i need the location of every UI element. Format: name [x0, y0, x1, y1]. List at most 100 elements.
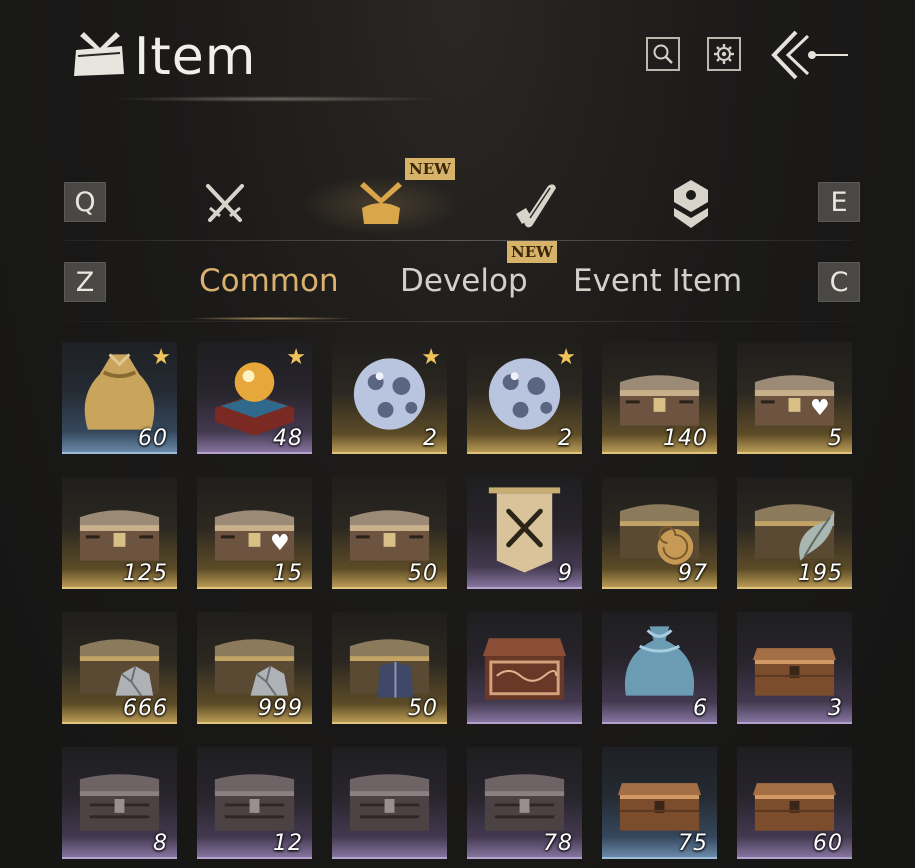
item-slot-silk-pouch[interactable]: 6: [602, 612, 717, 724]
item-slot-iron-chest[interactable]: 12: [197, 747, 312, 859]
item-count: 5: [828, 426, 843, 451]
item-count: 999: [258, 696, 303, 721]
gear-icon: [714, 44, 734, 64]
category-emblems[interactable]: [666, 178, 716, 230]
item-slot-ornate-chest[interactable]: ♥ 5: [737, 342, 852, 454]
favorite-star-icon: ★: [286, 345, 306, 370]
item-count: 9: [558, 561, 573, 586]
category-items[interactable]: [356, 178, 406, 230]
item-slot-moon-stone[interactable]: ★ 2: [467, 342, 582, 454]
item-slot-gold-pouch[interactable]: ★ 60: [62, 342, 177, 454]
rarity-bar: [62, 452, 177, 454]
search-button[interactable]: [646, 37, 680, 71]
search-icon: [653, 44, 673, 64]
item-slot-wooden-chest[interactable]: 75: [602, 747, 717, 859]
tab-develop[interactable]: Develop: [400, 259, 528, 303]
rarity-bar: [602, 452, 717, 454]
item-slot-moon-stone[interactable]: ★ 2: [332, 342, 447, 454]
item-slot-ornate-chest[interactable]: 50: [332, 477, 447, 589]
rarity-bar: [332, 857, 447, 859]
rarity-bar: [62, 857, 177, 859]
item-count: 12: [273, 831, 303, 856]
item-count: 60: [813, 831, 843, 856]
item-slot-ornate-chest[interactable]: 125: [62, 477, 177, 589]
item-slot-wooden-chest[interactable]: 3: [737, 612, 852, 724]
item-count: 6: [693, 696, 708, 721]
item-slot-iron-chest[interactable]: [332, 747, 447, 859]
rarity-bar: [737, 587, 852, 589]
category-documents[interactable]: [512, 178, 562, 230]
rarity-bar: [62, 722, 177, 724]
item-slot-leaf-chest[interactable]: 195: [737, 477, 852, 589]
item-count: 195: [798, 561, 843, 586]
active-tab-underline: [190, 317, 350, 320]
item-slot-iron-chest[interactable]: 8: [62, 747, 177, 859]
emblem-icon: [674, 180, 708, 228]
rarity-bar: [332, 722, 447, 724]
crossed-swords-icon: [206, 184, 244, 222]
item-count: 75: [678, 831, 708, 856]
rarity-bar: [467, 587, 582, 589]
item-count: 2: [558, 426, 573, 451]
next-subtab-key[interactable]: C: [818, 262, 860, 302]
item-count: 140: [663, 426, 708, 451]
item-count: 50: [408, 696, 438, 721]
item-slot-orb-pedestal[interactable]: ★ 48: [197, 342, 312, 454]
item-count: 48: [273, 426, 303, 451]
item-slot-armor-chest[interactable]: 50: [332, 612, 447, 724]
settings-button[interactable]: [707, 37, 741, 71]
scroll-icon: [516, 184, 556, 228]
rarity-bar: [332, 587, 447, 589]
category-new-badge: NEW: [405, 158, 455, 180]
tab-event-item[interactable]: Event Item: [573, 259, 742, 303]
rarity-bar: [332, 452, 447, 454]
bundle-icon: [360, 182, 402, 224]
item-count: 8: [153, 831, 168, 856]
item-count: 60: [138, 426, 168, 451]
item-count: 3: [828, 696, 843, 721]
rarity-bar: [197, 587, 312, 589]
page-title: Item: [134, 27, 257, 87]
back-arrow-icon: [771, 30, 848, 80]
carved-chest-icon: [475, 616, 574, 712]
item-count: 15: [273, 561, 303, 586]
favorite-star-icon: ★: [556, 345, 576, 370]
rarity-bar: [197, 857, 312, 859]
item-count: 50: [408, 561, 438, 586]
item-slot-wooden-chest[interactable]: 60: [737, 747, 852, 859]
item-slot-ore-chest[interactable]: 666: [62, 612, 177, 724]
rarity-bar: [197, 452, 312, 454]
item-slot-ore-chest[interactable]: 999: [197, 612, 312, 724]
rarity-bar: [467, 857, 582, 859]
title-bundle-icon: [70, 28, 128, 80]
category-equipment[interactable]: [200, 178, 250, 230]
rarity-bar: [602, 857, 717, 859]
rarity-bar: [602, 722, 717, 724]
rarity-bar: [467, 722, 582, 724]
prev-category-key[interactable]: Q: [64, 182, 106, 222]
item-count: 125: [123, 561, 168, 586]
title-underline-glow: [110, 96, 440, 102]
item-count: 2: [423, 426, 438, 451]
item-count: 666: [123, 696, 168, 721]
item-slot-iron-chest[interactable]: 78: [467, 747, 582, 859]
heart-icon: ♥: [270, 531, 290, 556]
subtab-divider: [64, 321, 854, 322]
tab-common[interactable]: Common: [199, 259, 339, 303]
prev-subtab-key[interactable]: Z: [64, 262, 106, 302]
next-category-key[interactable]: E: [818, 182, 860, 222]
item-slot-shell-chest[interactable]: 97: [602, 477, 717, 589]
favorite-star-icon: ★: [421, 345, 441, 370]
item-slot-battle-banner[interactable]: 9: [467, 477, 582, 589]
item-slot-ornate-chest[interactable]: ♥ 15: [197, 477, 312, 589]
header: Item: [0, 0, 915, 120]
back-button[interactable]: [768, 28, 850, 82]
rarity-bar: [62, 587, 177, 589]
item-slot-ornate-chest[interactable]: 140: [602, 342, 717, 454]
rarity-bar: [737, 452, 852, 454]
category-divider: [64, 240, 854, 241]
item-slot-carved-chest[interactable]: [467, 612, 582, 724]
favorite-star-icon: ★: [151, 345, 171, 370]
rarity-bar: [737, 722, 852, 724]
rarity-bar: [737, 857, 852, 859]
